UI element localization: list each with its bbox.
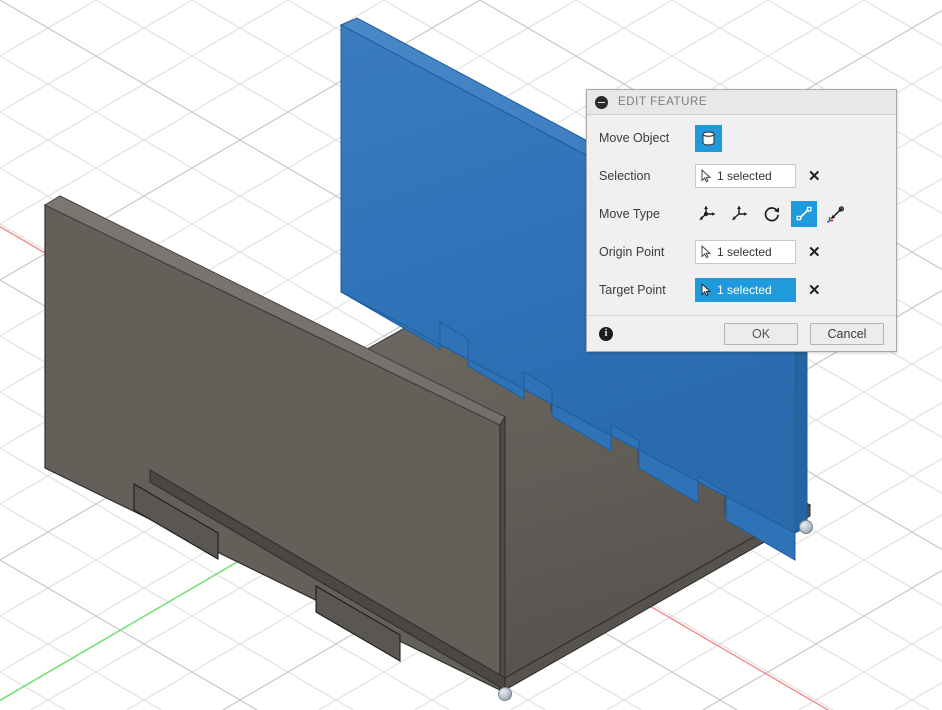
cancel-button[interactable]: Cancel — [810, 322, 884, 345]
minus-circle-icon[interactable] — [595, 95, 608, 109]
origin-point-value: 1 selected — [717, 245, 772, 259]
info-icon[interactable]: i — [599, 326, 613, 341]
row-target-point: Target Point 1 selected ✕ — [587, 271, 896, 309]
target-point-value: 1 selected — [717, 283, 772, 297]
edit-feature-dialog[interactable]: EDIT FEATURE Move Object Selection 1 sel… — [586, 89, 897, 352]
dialog-footer: i OK Cancel — [587, 315, 896, 351]
base-left-wall-endcap — [499, 415, 506, 692]
translate-icon[interactable] — [695, 201, 721, 227]
point-to-position-icon[interactable] — [823, 201, 849, 227]
cursor-arrow-icon — [701, 169, 712, 183]
move-type-label: Move Type — [599, 207, 660, 221]
selection-clear-button[interactable]: ✕ — [808, 169, 821, 184]
target-point-clear-button[interactable]: ✕ — [808, 283, 821, 298]
row-origin-point: Origin Point 1 selected ✕ — [587, 233, 896, 271]
origin-point-clear-button[interactable]: ✕ — [808, 245, 821, 260]
selection-label: Selection — [599, 169, 651, 183]
selection-input[interactable]: 1 selected — [695, 164, 796, 188]
cursor-arrow-icon — [701, 283, 712, 297]
target-point-input[interactable]: 1 selected — [695, 278, 796, 302]
origin-point-input[interactable]: 1 selected — [695, 240, 796, 264]
selection-value: 1 selected — [717, 169, 772, 183]
target-point-marker[interactable] — [799, 520, 813, 534]
row-move-type: Move Type — [587, 195, 896, 233]
row-move-object: Move Object — [587, 119, 896, 157]
target-point-label: Target Point — [599, 283, 666, 297]
dialog-body: Move Object Selection 1 selected ✕ Move … — [587, 115, 896, 315]
rotate-icon[interactable] — [759, 201, 785, 227]
point-to-point-icon[interactable] — [791, 201, 817, 227]
row-selection: Selection 1 selected ✕ — [587, 157, 896, 195]
origin-point-label: Origin Point — [599, 245, 665, 259]
body-cylinder-icon[interactable] — [695, 124, 722, 152]
cursor-arrow-icon — [701, 245, 712, 259]
free-move-icon[interactable] — [727, 201, 753, 227]
origin-point-marker[interactable] — [498, 687, 512, 701]
ok-button[interactable]: OK — [724, 322, 798, 345]
move-object-label: Move Object — [599, 131, 670, 145]
dialog-title: EDIT FEATURE — [618, 96, 708, 108]
dialog-header[interactable]: EDIT FEATURE — [587, 90, 896, 115]
move-type-options — [695, 201, 884, 227]
